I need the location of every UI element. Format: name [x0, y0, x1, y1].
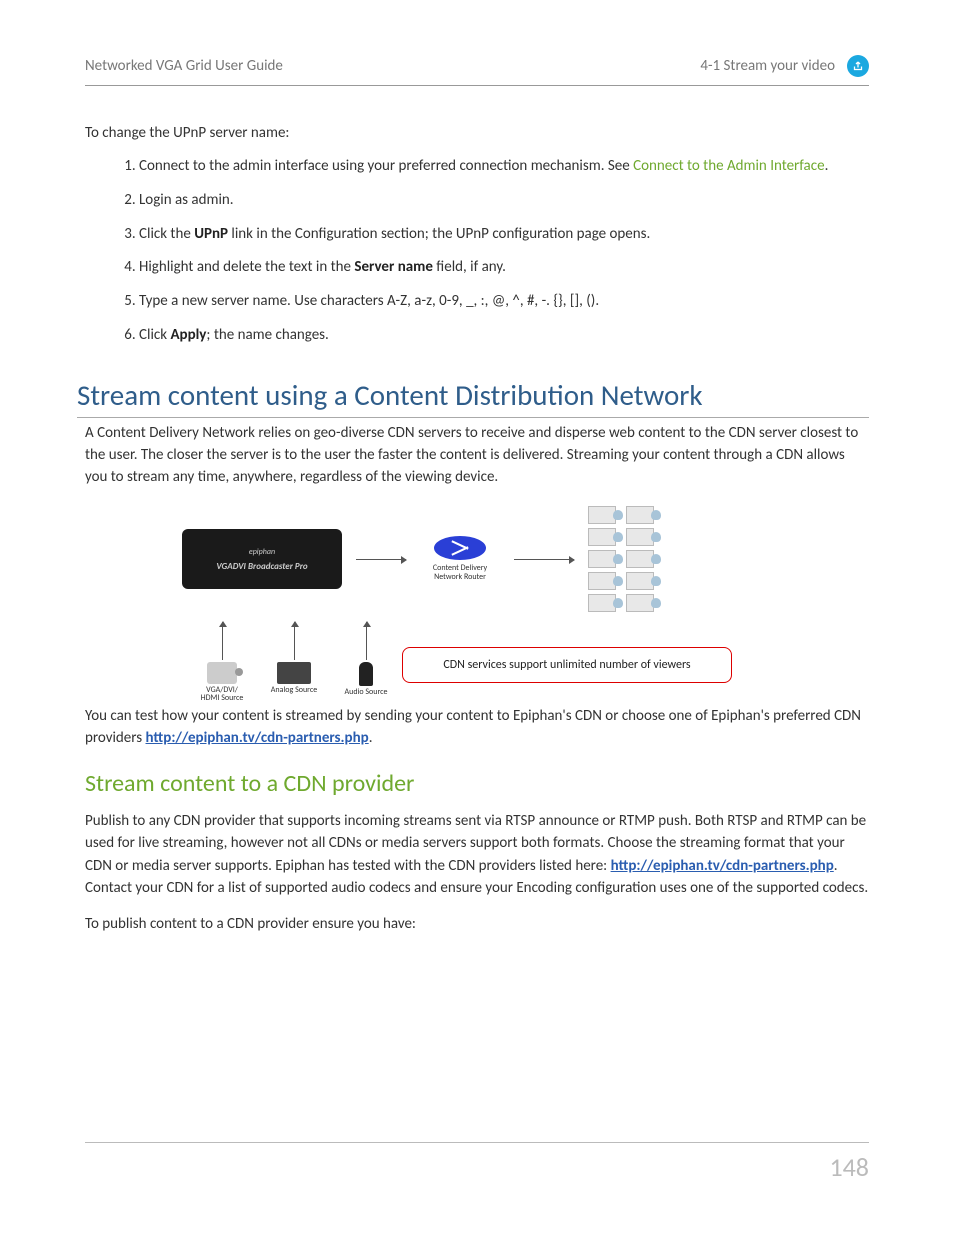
header-right: 4-1 Stream your video [700, 57, 835, 75]
page-header: Networked VGA Grid User Guide 4-1 Stream… [85, 55, 869, 86]
source-audio-label: Audio Source [342, 688, 390, 696]
arrow-right-icon [514, 559, 574, 560]
source-audio: Audio Source [342, 622, 390, 703]
step-1-pre: Connect to the admin interface using you… [139, 157, 633, 175]
subsection-para1: Publish to any CDN provider that support… [85, 810, 869, 899]
subsection-para2: To publish content to a CDN provider ens… [85, 913, 869, 935]
device-model: VGADVI Broadcaster Pro [216, 561, 307, 572]
section-para1: A Content Delivery Network relies on geo… [85, 422, 869, 489]
page-number: 148 [829, 1151, 869, 1183]
step-3: Click the UPnP link in the Configuration… [139, 224, 869, 246]
footer-rule [85, 1142, 869, 1143]
broadcaster-device: epiphan VGADVI Broadcaster Pro [182, 529, 342, 589]
step-4-pre: Highlight and delete the text in the [139, 258, 354, 276]
client-icon [626, 528, 654, 546]
step-4: Highlight and delete the text in the Ser… [139, 257, 869, 279]
source-analog: Analog Source [270, 622, 318, 703]
apply-bold: Apply [170, 326, 206, 344]
intro-text: To change the UPnP server name: [85, 124, 869, 142]
step-3-pre: Click the [139, 225, 194, 243]
step-3-post: link in the Configuration section; the U… [228, 225, 650, 243]
client-icon [588, 528, 616, 546]
source-vga: VGA/DVI/ HDMI Source [198, 622, 246, 703]
clients-grid [588, 506, 654, 612]
servername-bold: Server name [354, 258, 433, 276]
share-icon[interactable] [847, 55, 869, 77]
source-vga-label: VGA/DVI/ HDMI Source [198, 686, 246, 703]
step-6: Click Apply; the name changes. [139, 325, 869, 347]
upnp-bold: UPnP [194, 225, 228, 243]
arrow-right-icon [356, 559, 406, 560]
para2-post: . [369, 729, 373, 747]
step-1-post: . [825, 157, 829, 175]
camera-icon [207, 662, 237, 684]
client-icon [626, 550, 654, 568]
client-icon [626, 594, 654, 612]
arrow-up-icon [294, 622, 295, 660]
steps-list: Connect to the admin interface using you… [85, 156, 869, 347]
header-left: Networked VGA Grid User Guide [85, 57, 283, 75]
step-6-post: ; the name changes. [206, 326, 328, 344]
router-label: Content Delivery Network Router [420, 564, 500, 582]
client-icon [588, 506, 616, 524]
router-icon [434, 536, 486, 560]
callout-box: CDN services support unlimited number of… [402, 647, 732, 683]
client-icon [588, 594, 616, 612]
section-title: Stream content using a Content Distribut… [77, 377, 869, 418]
admin-interface-link[interactable]: Connect to the Admin Interface [633, 157, 824, 175]
cdn-partners-link-2[interactable]: http://epiphan.tv/cdn-partners.php [611, 857, 834, 875]
step-4-post: field, if any. [433, 258, 506, 276]
page: Networked VGA Grid User Guide 4-1 Stream… [0, 0, 954, 1235]
microphone-icon [359, 662, 373, 686]
step-5: Type a new server name. Use characters A… [139, 291, 869, 313]
section-para2: You can test how your content is streame… [85, 705, 869, 749]
client-icon [626, 572, 654, 590]
arrow-up-icon [222, 622, 223, 660]
cdn-partners-link[interactable]: http://epiphan.tv/cdn-partners.php [146, 729, 369, 747]
cdn-diagram: epiphan VGADVI Broadcaster Pro Content D… [85, 506, 869, 683]
device-brand: epiphan [249, 547, 275, 557]
client-icon [588, 572, 616, 590]
step-6-pre: Click [139, 326, 170, 344]
subsection-title: Stream content to a CDN provider [85, 769, 869, 798]
step-1: Connect to the admin interface using you… [139, 156, 869, 178]
camcorder-icon [277, 662, 311, 684]
arrow-up-icon [366, 622, 367, 660]
step-2: Login as admin. [139, 190, 869, 212]
client-icon [626, 506, 654, 524]
client-icon [588, 550, 616, 568]
content: To change the UPnP server name: Connect … [85, 86, 869, 935]
source-analog-label: Analog Source [270, 686, 318, 694]
